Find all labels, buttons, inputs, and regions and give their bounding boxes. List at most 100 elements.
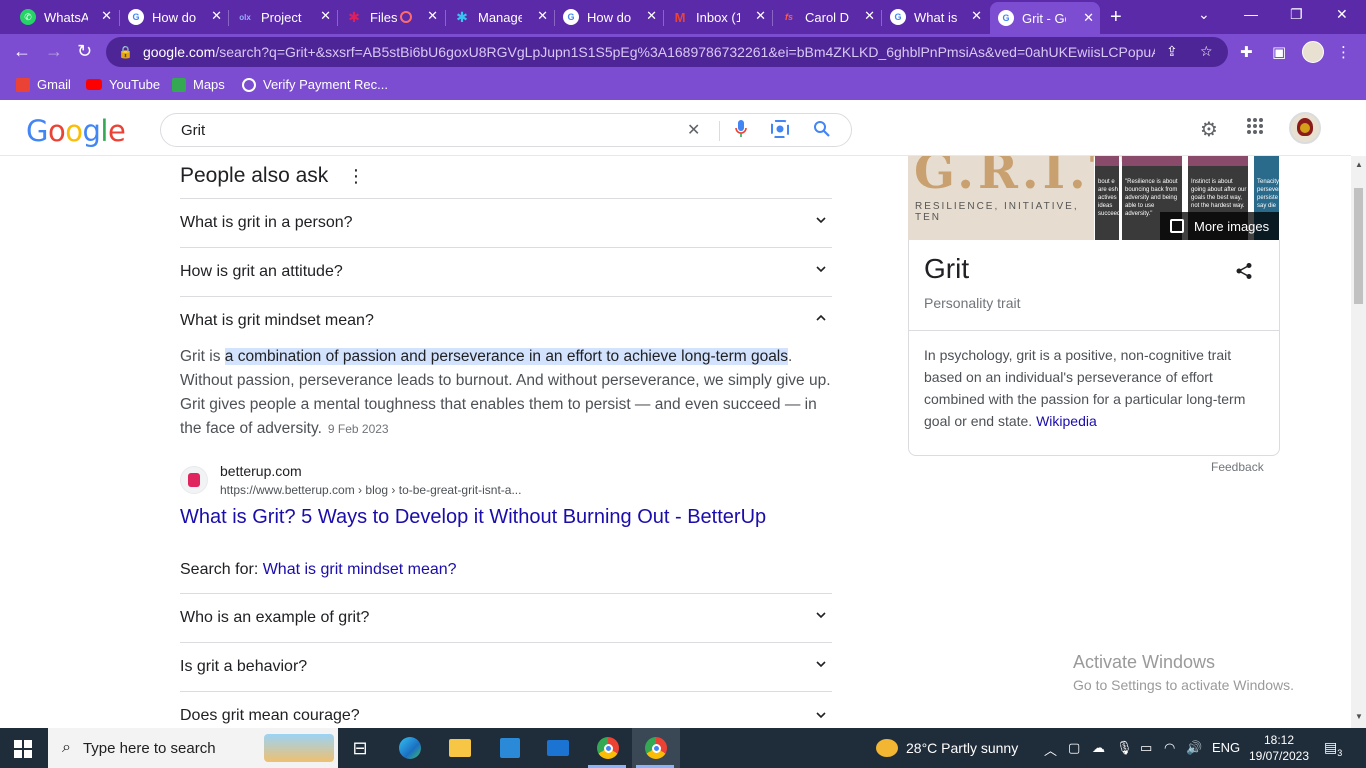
tab-carol[interactable]: fs Carol Dv ✕ [773, 4, 881, 30]
tab-project[interactable]: olx Project ✕ [229, 4, 337, 30]
task-view-icon[interactable]: ⊟ [346, 734, 374, 762]
tab-files[interactable]: ✱ Files ✕ [338, 4, 444, 30]
volume-icon[interactable]: 🔊 [1186, 740, 1202, 756]
wikipedia-link[interactable]: Wikipedia [1036, 413, 1097, 429]
paa-question[interactable]: What is grit in a person? [180, 198, 832, 247]
apps-grid-icon[interactable] [1246, 117, 1264, 141]
restore-button[interactable]: ❐ [1290, 6, 1303, 23]
profile-avatar[interactable] [1302, 41, 1324, 63]
paa-question[interactable]: Who is an example of grit? [180, 593, 832, 642]
chrome-profile-icon[interactable] [642, 734, 670, 762]
youtube-icon [86, 79, 102, 90]
close-icon[interactable]: ✕ [971, 8, 982, 24]
back-button[interactable]: ← [13, 41, 31, 62]
windows-start-icon[interactable] [14, 740, 32, 758]
tab-label: Inbox (1 [696, 9, 740, 25]
search-box[interactable]: ✕ [160, 113, 852, 147]
tab-google-how-do-2[interactable]: G How do ✕ [555, 4, 663, 30]
account-avatar[interactable] [1289, 112, 1321, 144]
bookmark-youtube[interactable]: YouTube [86, 77, 160, 92]
extensions-icon[interactable]: ✚ [1240, 43, 1253, 61]
microsoft-store-icon[interactable] [496, 734, 524, 762]
edge-icon[interactable] [396, 734, 424, 762]
share-icon[interactable]: ⇪ [1166, 43, 1178, 60]
search-icon[interactable] [813, 120, 830, 142]
more-options-icon[interactable]: ⋮ [347, 166, 365, 187]
tab-grit-active[interactable]: G Grit - Gc ✕ [990, 2, 1100, 34]
close-icon[interactable]: ✕ [646, 8, 657, 24]
paa-question[interactable]: Does grit mean courage? [180, 691, 832, 728]
chrome-icon[interactable] [594, 734, 622, 762]
whatsapp-icon: ✆ [20, 9, 36, 25]
minimize-button[interactable]: — [1244, 6, 1258, 22]
paa-question[interactable]: How is grit an attitude? [180, 247, 832, 296]
lens-search-icon[interactable] [771, 120, 789, 143]
bookmark-star-icon[interactable]: ☆ [1200, 43, 1213, 60]
file-explorer-icon[interactable] [446, 734, 474, 762]
settings-gear-icon[interactable]: ⚙ [1200, 117, 1218, 142]
thumb-text: Instinct is about going about after our … [1191, 179, 1247, 209]
notification-center-icon[interactable]: ▤3 [1324, 739, 1342, 758]
scroll-down-icon[interactable]: ▼ [1355, 712, 1363, 721]
google-logo[interactable]: Google [26, 114, 126, 148]
language-indicator[interactable]: ENG [1212, 740, 1240, 755]
paa-question[interactable]: Is grit a behavior? [180, 642, 832, 691]
grit-image[interactable]: G.R.I.T RESILIENCE, INITIATIVE, TEN [908, 156, 1125, 240]
recording-icon [400, 11, 412, 23]
close-icon[interactable]: ✕ [864, 8, 875, 24]
tab-strip: ✆ WhatsApp ✕ G How do ✕ olx Project ✕ ✱ … [0, 0, 1366, 34]
bookmarks-bar: Gmail YouTube Maps Verify Payment Rec... [0, 70, 1366, 100]
reload-button[interactable]: ↻ [77, 41, 92, 62]
close-icon[interactable]: ✕ [211, 8, 222, 24]
share-icon[interactable] [1235, 262, 1253, 280]
scrollbar-thumb[interactable] [1354, 188, 1363, 304]
paa-question-expanded[interactable]: What is grit mindset mean? [180, 296, 832, 345]
close-window-button[interactable]: ✕ [1336, 6, 1348, 23]
address-bar[interactable]: 🔒 google.com/search?q=Grit+&sxsrf=AB5stB… [106, 37, 1228, 67]
feedback-link[interactable]: Feedback [1211, 460, 1264, 474]
source-url[interactable]: https://www.betterup.com › blog › to-be-… [220, 483, 521, 497]
bookmark-maps[interactable]: Maps [172, 77, 225, 92]
forward-button[interactable]: → [45, 41, 63, 62]
microphone-icon[interactable]: 🎙 [1116, 740, 1133, 756]
grit-thumbnail[interactable]: bout e are esh actives ideas succeed [1095, 156, 1121, 240]
menu-kebab-icon[interactable]: ⋮ [1336, 43, 1351, 61]
weather-widget[interactable]: 28°C Partly sunny [876, 739, 1018, 757]
tab-what-is[interactable]: G What is ✕ [882, 4, 988, 30]
tab-search-chevron-icon[interactable]: ⌄ [1198, 6, 1210, 23]
close-icon[interactable]: ✕ [1083, 10, 1094, 26]
taskbar-clock[interactable]: 18:12 19/07/2023 [1246, 732, 1312, 764]
browser-toolbar: ← → ↻ 🔒 google.com/search?q=Grit+&sxsrf=… [0, 34, 1366, 70]
page-scrollbar[interactable]: ▲ ▼ [1351, 156, 1366, 728]
tab-manage[interactable]: ✱ Manage ✕ [446, 4, 554, 30]
more-images-button[interactable]: More images [1160, 212, 1279, 240]
wifi-icon[interactable]: ◠ [1164, 740, 1175, 756]
voice-search-icon[interactable] [735, 120, 747, 143]
search-input[interactable] [181, 121, 661, 139]
mail-icon[interactable] [544, 734, 572, 762]
close-icon[interactable]: ✕ [320, 8, 331, 24]
show-hidden-icons-chevron[interactable]: ︿ [1044, 740, 1057, 759]
kp-title: Grit [924, 253, 970, 284]
source-title-link[interactable]: What is Grit? 5 Ways to Develop it Witho… [180, 506, 766, 529]
side-panel-icon[interactable]: ▣ [1272, 43, 1286, 61]
search-for-link[interactable]: What is grit mindset mean? [263, 561, 457, 578]
close-icon[interactable]: ✕ [101, 8, 112, 24]
windows-taskbar: ⌕ Type here to search ⊟ 28°C Partly sunn… [0, 728, 1366, 768]
battery-icon[interactable]: ▭ [1140, 740, 1152, 756]
scroll-up-icon[interactable]: ▲ [1355, 160, 1363, 169]
meet-now-icon[interactable]: ▢ [1068, 740, 1080, 756]
close-icon[interactable]: ✕ [537, 8, 548, 24]
close-icon[interactable]: ✕ [755, 8, 766, 24]
tab-google-how-do[interactable]: G How do ✕ [120, 4, 228, 30]
tab-whatsapp[interactable]: ✆ WhatsApp ✕ [12, 4, 118, 30]
new-tab-button[interactable]: + [1110, 6, 1122, 29]
taskbar-search[interactable]: ⌕ Type here to search [48, 728, 338, 768]
bookmark-verify-payment[interactable]: Verify Payment Rec... [242, 77, 388, 92]
tab-inbox[interactable]: M Inbox (1 ✕ [664, 4, 772, 30]
bookmark-gmail[interactable]: Gmail [16, 77, 71, 92]
clear-icon[interactable]: ✕ [687, 120, 700, 140]
onedrive-cloud-icon[interactable]: ☁ [1092, 740, 1105, 756]
thumb-text: bout e are esh actives ideas succeed [1098, 179, 1121, 217]
close-icon[interactable]: ✕ [427, 8, 438, 24]
